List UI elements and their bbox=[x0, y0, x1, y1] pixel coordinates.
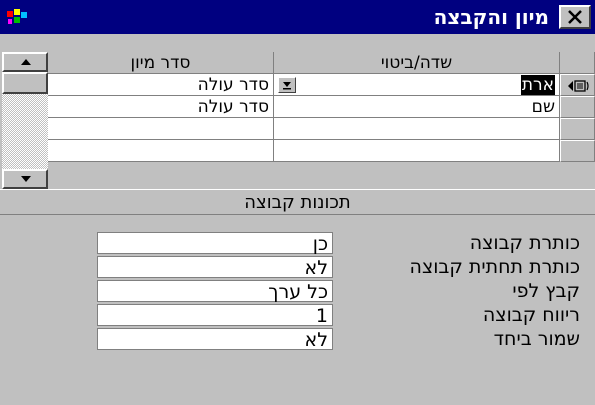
dropdown-arrow-icon bbox=[283, 82, 291, 90]
group-footer-field[interactable]: לא bbox=[97, 256, 333, 279]
arrow-down-icon bbox=[21, 176, 31, 182]
group-header-field[interactable]: כן bbox=[97, 232, 333, 255]
sort-group-grid: סדר מיון שדה/ביטוי סדר עולה ארת סדר עולה… bbox=[0, 34, 595, 189]
row-selector[interactable] bbox=[560, 140, 595, 162]
field-dropdown-button[interactable] bbox=[278, 77, 296, 93]
field-cell[interactable]: ארת bbox=[274, 74, 560, 96]
window-title: מיון והקבצה bbox=[433, 5, 549, 29]
scroll-track[interactable] bbox=[2, 92, 48, 170]
scroll-thumb[interactable] bbox=[2, 72, 48, 94]
header-corner bbox=[560, 52, 595, 74]
field-cell-value: ארת bbox=[520, 75, 555, 95]
sort-order-cell[interactable] bbox=[48, 140, 274, 162]
keep-together-label: שמור ביחד bbox=[493, 328, 580, 350]
vertical-scrollbar[interactable] bbox=[2, 52, 48, 189]
keep-together-field[interactable]: לא bbox=[97, 328, 333, 351]
sort-order-cell[interactable] bbox=[48, 118, 274, 140]
group-on-field[interactable]: כל ערך bbox=[97, 280, 333, 303]
group-properties-header: תכונות קבוצה bbox=[0, 189, 595, 215]
app-icon[interactable] bbox=[6, 8, 28, 26]
close-icon bbox=[568, 10, 582, 24]
scroll-down-button[interactable] bbox=[2, 169, 48, 189]
field-cell[interactable] bbox=[274, 118, 560, 140]
row-selector[interactable] bbox=[560, 96, 595, 118]
scroll-up-button[interactable] bbox=[2, 52, 48, 72]
close-button[interactable] bbox=[559, 5, 591, 29]
group-interval-label: ריווח קבוצה bbox=[482, 304, 580, 326]
row-selector[interactable] bbox=[560, 118, 595, 140]
row-selector[interactable] bbox=[560, 74, 595, 96]
title-bar[interactable]: מיון והקבצה bbox=[0, 0, 595, 34]
group-on-label: קבץ לפי bbox=[512, 280, 580, 302]
column-header-field-expression[interactable]: שדה/ביטוי bbox=[274, 52, 560, 74]
sorting-and-grouping-window: מיון והקבצה סדר מיון שדה/ביטוי סדר עולה … bbox=[0, 0, 595, 405]
group-footer-label: כותרת תחתית קבוצה bbox=[409, 256, 580, 278]
sort-order-cell[interactable]: סדר עולה bbox=[48, 96, 274, 118]
sort-order-cell[interactable]: סדר עולה bbox=[48, 74, 274, 96]
group-header-label: כותרת קבוצה bbox=[469, 232, 580, 254]
field-cell[interactable]: שם bbox=[274, 96, 560, 118]
arrow-up-icon bbox=[21, 59, 31, 65]
column-header-sort-order[interactable]: סדר מיון bbox=[48, 52, 274, 74]
field-cell[interactable] bbox=[274, 140, 560, 162]
group-interval-field[interactable]: 1 bbox=[97, 304, 333, 327]
current-row-key-icon bbox=[568, 80, 589, 92]
